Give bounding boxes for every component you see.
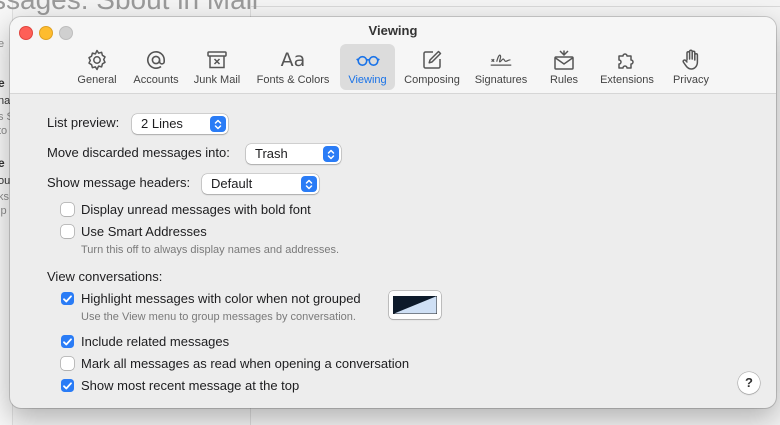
background-text-fragment: lp: [0, 205, 7, 217]
tab-label: Signatures: [474, 74, 528, 86]
tab-composing[interactable]: Composing: [400, 44, 464, 90]
checkmark-icon: [63, 294, 72, 302]
background-text-fragment: e: [0, 156, 5, 170]
view-conversations-heading: View conversations:: [47, 269, 163, 284]
background-text-fragment: ks: [0, 191, 9, 203]
include-related-checkbox[interactable]: [61, 335, 74, 348]
list-preview-popup[interactable]: 2 Lines: [132, 114, 228, 134]
recent-top-checkbox[interactable]: [61, 379, 74, 392]
mark-read-label: Mark all messages as read when opening a…: [81, 356, 410, 371]
tab-accounts[interactable]: Accounts: [128, 44, 184, 90]
font-aa-icon: Aa: [280, 49, 306, 71]
envelope-rules-icon: [551, 47, 577, 73]
show-headers-popup[interactable]: Default: [202, 174, 319, 194]
background-text-fragment: e: [0, 76, 5, 90]
bold-unread-option[interactable]: Display unread messages with bold font: [61, 202, 311, 217]
smart-addresses-hint: Turn this off to always display names an…: [81, 244, 340, 256]
include-related-label: Include related messages: [81, 334, 230, 349]
hand-icon: [678, 47, 704, 73]
tab-signatures[interactable]: Signatures: [470, 44, 532, 90]
tab-label: Viewing: [348, 74, 387, 86]
puzzle-piece-icon: [614, 47, 640, 73]
help-button[interactable]: ?: [738, 372, 760, 394]
background-text-fragment: na: [0, 95, 11, 107]
bold-unread-label: Display unread messages with bold font: [81, 202, 311, 217]
viewing-settings-panel: List preview: 2 Lines Move discarded mes…: [10, 94, 776, 408]
color-swatch-icon: [393, 296, 437, 314]
tab-label: General: [77, 74, 117, 86]
tab-label: Composing: [404, 74, 460, 86]
highlight-checkbox[interactable]: [61, 292, 74, 305]
background-app-header: [250, 0, 780, 7]
highlight-hint: Use the View menu to group messages by c…: [81, 311, 356, 323]
tab-extensions[interactable]: Extensions: [594, 44, 660, 90]
tab-label: Privacy: [672, 74, 710, 86]
mark-read-option[interactable]: Mark all messages as read when opening a…: [61, 356, 409, 371]
highlight-label: Highlight messages with color when not g…: [81, 291, 361, 306]
background-text-fragment: ou: [0, 175, 11, 187]
smart-addresses-checkbox[interactable]: [61, 225, 74, 238]
tab-label: Fonts & Colors: [256, 74, 330, 86]
tab-viewing[interactable]: Viewing: [340, 44, 395, 90]
move-discarded-value: Trash: [255, 146, 288, 161]
tab-privacy[interactable]: Privacy: [666, 44, 716, 90]
popup-stepper-icon: [323, 146, 339, 162]
highlight-option[interactable]: Highlight messages with color when not g…: [61, 291, 361, 306]
background-app-title: ssages: Sbout in Mail: [0, 0, 258, 16]
tab-general[interactable]: General: [72, 44, 122, 90]
window-title: Viewing: [368, 23, 418, 38]
highlight-color-well[interactable]: [389, 291, 441, 319]
recent-top-option[interactable]: Show most recent message at the top: [61, 378, 299, 393]
window-titlebar: Viewing General Accounts Junk Mail Aa Fo…: [10, 17, 776, 94]
show-headers-label: Show message headers:: [47, 175, 191, 190]
bold-unread-checkbox[interactable]: [61, 203, 74, 216]
tab-label: Junk Mail: [193, 74, 241, 86]
recent-top-label: Show most recent message at the top: [81, 378, 300, 393]
at-sign-icon: [143, 47, 169, 73]
move-discarded-popup[interactable]: Trash: [246, 144, 341, 164]
popup-stepper-icon: [210, 116, 226, 132]
smart-addresses-option[interactable]: Use Smart Addresses: [61, 224, 207, 239]
background-text-fragment: e: [0, 38, 5, 50]
tab-junk-mail[interactable]: Junk Mail: [188, 44, 246, 90]
tab-fonts-colors[interactable]: Aa Fonts & Colors: [252, 44, 334, 90]
move-discarded-label: Move discarded messages into:: [47, 145, 230, 160]
glasses-icon: [355, 47, 381, 73]
tab-rules[interactable]: Rules: [544, 44, 584, 90]
smart-addresses-label: Use Smart Addresses: [81, 224, 207, 239]
tab-label: Rules: [549, 74, 579, 86]
signature-icon: [488, 47, 514, 73]
show-headers-value: Default: [211, 176, 253, 191]
list-preview-label: List preview:: [47, 115, 120, 130]
checkmark-icon: [63, 381, 72, 389]
gear-icon: [84, 47, 110, 73]
background-text-fragment: to: [0, 125, 8, 137]
list-preview-value: 2 Lines: [141, 116, 183, 131]
tab-label: Extensions: [600, 74, 654, 86]
preferences-window: Viewing General Accounts Junk Mail Aa Fo…: [10, 17, 776, 408]
junk-trash-icon: [204, 47, 230, 73]
popup-stepper-icon: [301, 176, 317, 192]
checkmark-icon: [63, 337, 72, 345]
tab-label: Accounts: [133, 74, 179, 86]
pencil-square-icon: [419, 47, 445, 73]
mark-read-checkbox[interactable]: [61, 357, 74, 370]
include-related-option[interactable]: Include related messages: [61, 334, 229, 349]
